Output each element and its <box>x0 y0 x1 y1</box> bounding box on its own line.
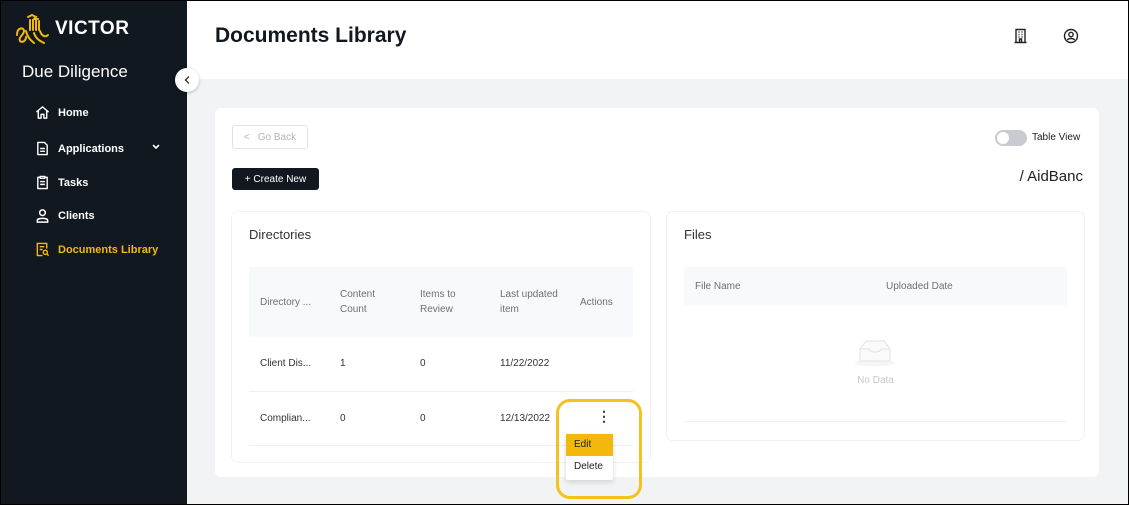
table-view-label: Table View <box>1032 132 1081 143</box>
directory-name[interactable]: Complian... <box>249 391 329 446</box>
table-view-toggle[interactable] <box>995 130 1027 146</box>
files-title: Files <box>684 227 712 242</box>
document-search-icon <box>36 242 50 257</box>
chevron-down-icon[interactable] <box>151 142 161 152</box>
empty-inbox-icon <box>855 340 895 367</box>
sidebar-item-applications[interactable]: Applications <box>35 141 165 156</box>
building-icon[interactable] <box>1013 28 1029 44</box>
table-header-row: Directory ... Content Count Items to Rev… <box>249 267 633 337</box>
column-header-last-updated[interactable]: Last updated item <box>489 267 569 337</box>
items-to-review: 0 <box>409 391 489 446</box>
menu-item-edit[interactable]: Edit <box>566 434 613 456</box>
sidebar-item-label: Applications <box>58 142 125 155</box>
column-header-file-name[interactable]: File Name <box>684 267 875 305</box>
sidebar-item-label: Clients <box>58 209 95 222</box>
chevron-left-icon: < <box>243 131 250 143</box>
documents-card: < Go Back + Create New Table View / AidB… <box>215 108 1099 477</box>
empty-text: No Data <box>857 375 894 386</box>
empty-state: No Data <box>684 305 1067 422</box>
page-title: Documents Library <box>215 24 407 47</box>
chevron-left-icon <box>184 76 190 84</box>
action-menu: Edit Delete <box>566 434 613 480</box>
content-count: 1 <box>329 337 409 392</box>
menu-item-delete[interactable]: Delete <box>566 456 613 478</box>
sidebar-item-documents-library[interactable]: Documents Library <box>35 242 165 257</box>
breadcrumb: / AidBanc <box>1019 168 1083 185</box>
column-header-items-to-review[interactable]: Items to Review <box>409 267 489 337</box>
clipboard-icon <box>37 175 48 190</box>
last-updated: 11/22/2022 <box>489 337 569 392</box>
collapse-sidebar-button[interactable] <box>175 68 199 92</box>
brand-name: VICTOR <box>55 18 130 39</box>
logo: VICTOR <box>14 13 129 45</box>
column-header-actions: Actions <box>569 267 633 337</box>
directories-title: Directories <box>249 227 312 242</box>
sidebar-item-label: Home <box>58 106 89 119</box>
sidebar-item-label: Documents Library <box>58 243 159 256</box>
actions-cell <box>569 337 633 392</box>
column-header-directory[interactable]: Directory ... <box>249 267 329 337</box>
table-header-row: File Name Uploaded Date <box>684 267 1067 305</box>
files-table: File Name Uploaded Date <box>684 267 1067 305</box>
document-icon <box>37 141 48 156</box>
directories-table: Directory ... Content Count Items to Rev… <box>249 267 633 446</box>
create-new-button[interactable]: + Create New <box>232 168 319 190</box>
files-panel: Files File Name Uploaded Date No Data <box>667 212 1084 440</box>
items-to-review: 0 <box>409 337 489 392</box>
directory-name[interactable]: Client Dis... <box>249 337 329 392</box>
last-updated: 12/13/2022 <box>489 391 569 446</box>
go-back-label: Go Back <box>257 131 297 143</box>
sidebar-item-home[interactable]: Home <box>35 105 165 120</box>
content-count: 0 <box>329 391 409 446</box>
sidebar: VICTOR Due Diligence Home Applications T… <box>1 1 187 504</box>
home-icon <box>35 106 50 119</box>
user-icon <box>36 209 49 223</box>
go-back-button[interactable]: < Go Back <box>232 125 308 149</box>
column-header-uploaded-date[interactable]: Uploaded Date <box>875 267 1067 305</box>
sidebar-item-tasks[interactable]: Tasks <box>35 175 165 190</box>
sidebar-item-clients[interactable]: Clients <box>35 208 165 223</box>
sidebar-item-label: Tasks <box>58 176 89 189</box>
lion-logo-icon <box>16 13 49 44</box>
user-circle-icon[interactable] <box>1063 28 1079 44</box>
app-name: Due Diligence <box>22 62 128 81</box>
directories-panel: Directories Directory ... Content Count … <box>232 212 650 462</box>
more-actions-icon[interactable]: ⋮ <box>597 409 611 423</box>
app-frame: VICTOR Due Diligence Home Applications T… <box>1 1 1128 504</box>
column-header-content-count[interactable]: Content Count <box>329 267 409 337</box>
table-row[interactable]: Client Dis... 1 0 11/22/2022 <box>249 337 633 392</box>
top-header: Documents Library <box>187 1 1128 79</box>
toggle-knob <box>997 132 1009 144</box>
